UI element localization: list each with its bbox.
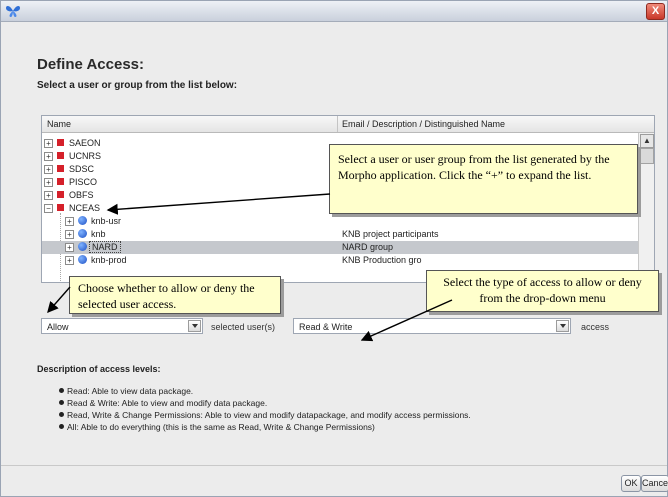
callout-text: Select a user or user group from the lis… [338,152,610,182]
expand-icon[interactable]: + [65,243,74,252]
tree-row-nard[interactable]: + NARD NARD group [42,241,638,254]
define-access-dialog: X Define Access: Select a user or group … [0,0,668,497]
group-icon [57,191,64,198]
callout-text: Choose whether to allow or deny the sele… [78,281,255,311]
group-icon [57,204,64,211]
vertical-scrollbar[interactable]: ▲ [638,133,654,282]
row-label: NARD [89,241,121,253]
user-globe-icon [78,229,87,238]
column-header-name[interactable]: Name [47,119,71,129]
row-label: knb-usr [91,216,122,226]
tree-row-knb-usr[interactable]: + knb-usr [42,215,638,228]
bullet-icon [59,424,64,429]
table-header: Name Email / Description / Distinguished… [42,116,654,133]
expand-icon[interactable]: + [44,139,53,148]
callout-text: Select the type of access to allow or de… [443,275,642,305]
access-level-item: All: Able to do everything (this is the … [59,422,375,432]
access-level-text: Read: Able to view data package. [67,386,194,396]
access-label: access [581,322,610,332]
row-label: knb [91,229,106,239]
cancel-button[interactable]: Cancel [641,475,668,492]
user-globe-icon [78,242,87,251]
column-divider [337,116,338,132]
row-label: NCEAS [69,203,101,213]
expand-icon[interactable]: + [44,152,53,161]
access-level-item: Read & Write: Able to view and modify da… [59,398,268,408]
expand-icon[interactable]: + [65,230,74,239]
butterfly-icon [6,6,20,17]
bullet-icon [59,388,64,393]
row-label: knb-prod [91,255,127,265]
row-label: SDSC [69,164,95,174]
expand-icon[interactable]: + [65,217,74,226]
tree-row-knb[interactable]: + knb KNB project participants [42,228,638,241]
column-header-email[interactable]: Email / Description / Distinguished Name [342,119,505,129]
tree-row-knb-prod[interactable]: + knb-prod KNB Production gro [42,254,638,267]
callout-access-instructions: Select the type of access to allow or de… [426,270,659,312]
bullet-icon [59,400,64,405]
row-description: KNB project participants [342,229,439,239]
callout-allow-instructions: Choose whether to allow or deny the sele… [69,276,281,314]
access-level-item: Read: Able to view data package. [59,386,194,396]
access-level-item: Read, Write & Change Permissions: Able t… [59,410,471,420]
access-level-dropdown[interactable]: Read & Write [293,318,571,334]
expand-icon[interactable]: + [65,256,74,265]
chevron-down-icon[interactable] [556,320,569,332]
access-level-text: Read & Write: Able to view and modify da… [67,398,268,408]
close-icon: X [651,5,660,17]
allow-deny-dropdown[interactable]: Allow [41,318,203,334]
user-globe-icon [78,216,87,225]
footer-divider [1,465,667,466]
access-level-text: All: Able to do everything (this is the … [67,422,375,432]
group-icon [57,178,64,185]
expand-icon[interactable]: + [44,191,53,200]
group-icon [57,152,64,159]
close-button[interactable]: X [646,3,665,20]
row-label: SAEON [69,138,101,148]
collapse-icon[interactable]: − [44,204,53,213]
bullet-icon [59,412,64,417]
row-description: KNB Production gro [342,255,422,265]
access-level-value: Read & Write [299,322,353,332]
scroll-thumb[interactable] [640,148,654,164]
title-bar: X [1,1,667,22]
selected-users-label: selected user(s) [211,322,276,332]
row-label: UCNRS [69,151,102,161]
expand-icon[interactable]: + [44,178,53,187]
access-level-text: Read, Write & Change Permissions: Able t… [67,410,471,420]
row-label: OBFS [69,190,94,200]
page-title: Define Access: [37,56,144,73]
group-icon [57,165,64,172]
chevron-down-icon[interactable] [188,320,201,332]
row-label: PISCO [69,177,98,187]
ok-button[interactable]: OK [621,475,641,492]
scroll-up-arrow-icon[interactable]: ▲ [640,134,654,148]
allow-deny-value: Allow [47,322,69,332]
page-subtitle: Select a user or group from the list bel… [37,80,238,91]
callout-list-instructions: Select a user or user group from the lis… [329,144,638,214]
row-description: NARD group [342,242,394,252]
user-globe-icon [78,255,87,264]
group-icon [57,139,64,146]
expand-icon[interactable]: + [44,165,53,174]
access-levels-title: Description of access levels: [37,364,161,374]
